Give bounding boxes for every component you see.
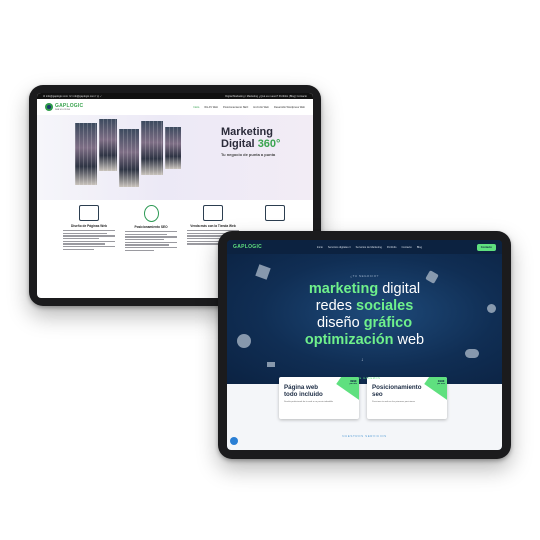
back-hero-title-line1: Marketing	[221, 126, 273, 138]
gaplogic-logo-icon	[45, 103, 53, 111]
service-title: Venda más con la Tienda Web	[190, 224, 236, 228]
decorative-rect-shape	[267, 362, 275, 367]
contact-cta-button[interactable]: Contacto	[476, 243, 496, 251]
back-menu-item-home[interactable]: Inicio	[193, 106, 199, 109]
back-hero-title-accent: 360°	[257, 138, 281, 150]
back-hero-subtitle: Tu negocio de punta a punta	[221, 152, 276, 157]
back-logo[interactable]: GAPLOGIC WEB SOLUTIONS	[45, 103, 83, 111]
back-navbar: GAPLOGIC WEB SOLUTIONS Inicio Wo-Pc Web …	[37, 99, 313, 116]
hero-line-4-rest: web	[393, 332, 425, 348]
back-menu-item-seo[interactable]: Posicionamiento SEO	[223, 106, 248, 109]
front-menu-item-digital[interactable]: Servicios digitales ▾	[328, 246, 351, 249]
chat-bubble-icon[interactable]	[230, 437, 238, 445]
service-card-web[interactable]: 399€ por año Página web todo incluido Dise…	[279, 377, 359, 419]
hero-line-1-accent: marketing	[308, 281, 379, 297]
hero-line-2: redes sociales	[227, 299, 502, 314]
city-photo-5	[165, 127, 181, 169]
card-title: Posicionamiento seo	[372, 384, 422, 398]
hero-line-1: marketing digital	[227, 282, 502, 297]
back-menu-item-web[interactable]: Wo-Pc Web	[204, 106, 218, 109]
card-description: Posiciona tu web en las primeras posicio…	[372, 401, 416, 403]
price-note: por mes	[437, 383, 445, 386]
front-menu-item-blog[interactable]: Blog	[417, 246, 422, 249]
back-topbar-contact[interactable]: ✉ info@gaplogic.com ☏ info@gaplogic.com …	[43, 95, 102, 98]
service-title: Posicionamiento SEO	[134, 225, 168, 229]
decorative-pill-shape	[465, 349, 479, 358]
front-logo-gap: GAP	[233, 244, 245, 250]
hero-line-3-a: diseño	[316, 315, 364, 331]
card-description: Diseño profesional de tu web a un precio…	[284, 401, 334, 403]
balloon-icon	[143, 205, 159, 222]
hero-line-3-accent: gráfico	[363, 315, 413, 331]
city-photo-1	[75, 123, 97, 185]
back-hero-title-line2: Digital	[221, 138, 255, 150]
front-navbar: GAPLOGIC Inicio Servicios digitales ▾ Se…	[227, 240, 502, 254]
price-badge: 399€ por año	[349, 379, 357, 387]
back-menu-item-wordpress[interactable]: Desarrollo Wordpress Web	[274, 106, 305, 109]
hero-line-2-a: redes	[315, 298, 357, 314]
card-title-line2: seo	[372, 390, 383, 398]
scroll-down-icon[interactable]: ↓	[361, 357, 364, 363]
hero-line-4: optimización web	[227, 333, 502, 348]
front-tablet-device: GAPLOGIC Inicio Servicios digitales ▾ Se…	[218, 231, 511, 459]
hero-kicker: ¿TU NEGOCIO?	[350, 274, 379, 278]
hero-line-3: diseño gráfico	[227, 316, 502, 331]
card-title-line2: todo incluido	[284, 390, 323, 398]
city-photo-2	[99, 119, 117, 171]
back-topbar-links[interactable]: Digital Marketing / Marketing ¿Qué es nu…	[225, 95, 307, 98]
footer-kicker: NUESTROS SERVICIOS	[342, 434, 387, 438]
front-menu: Inicio Servicios digitales ▾ Servicios d…	[317, 246, 422, 249]
service-card-seo[interactable]: Posicionamiento SEO	[125, 205, 177, 253]
front-menu-item-portfolio[interactable]: Portfolio	[387, 246, 397, 249]
online-store-icon	[203, 205, 223, 221]
chart-icon	[265, 205, 285, 221]
price-note: por año	[349, 383, 357, 386]
front-menu-item-contact[interactable]: Contacto	[401, 246, 411, 249]
front-hero: ¿TU NEGOCIO? marketing digital redes soc…	[227, 254, 502, 384]
card-title: Página web todo incluido	[284, 384, 323, 398]
back-logo-tagline: WEB SOLUTIONS	[55, 109, 70, 111]
service-title: Diseño de Páginas Web	[71, 224, 107, 228]
city-photo-4	[141, 121, 163, 175]
hero-line-2-accent: sociales	[356, 298, 414, 314]
hero-line-1-rest: digital	[378, 281, 421, 297]
back-hero-title: Marketing Digital 360°	[221, 126, 280, 150]
front-menu-item-home[interactable]: Inicio	[317, 246, 323, 249]
front-tablet-screen: GAPLOGIC Inicio Servicios digitales ▾ Se…	[227, 240, 502, 450]
price-badge: 199€ por mes	[437, 379, 445, 387]
hero-line-4-accent: optimización	[304, 332, 394, 348]
service-card-seo[interactable]: 199€ por mes Posicionamiento seo Posiciona…	[367, 377, 447, 419]
front-services-strip	[227, 384, 502, 450]
front-menu-item-marketing[interactable]: Servicios de Marketing	[356, 246, 382, 249]
service-card-analytics[interactable]	[249, 205, 301, 224]
section-kicker: LO QUE HACEMOS	[348, 377, 381, 380]
back-menu: Inicio Wo-Pc Web Posicionamiento SEO Hi-…	[193, 106, 305, 109]
front-logo[interactable]: GAPLOGIC	[233, 244, 262, 250]
back-menu-item-hifi[interactable]: Hi-Fi-Do Web	[253, 106, 269, 109]
monitor-icon	[79, 205, 99, 221]
city-photo-3	[119, 129, 139, 187]
service-card-web-design[interactable]: Diseño de Páginas Web	[63, 205, 115, 252]
front-logo-logic: LOGIC	[244, 244, 263, 250]
